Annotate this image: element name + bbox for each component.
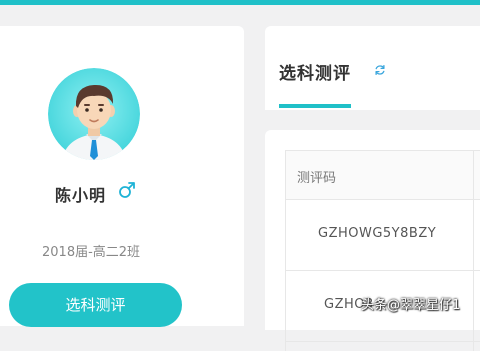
header-card: 选科测评: [265, 26, 480, 110]
class-info: 2018届-高二2班: [42, 245, 141, 260]
assessment-code-cell: GZHOWG5Y8BZY: [318, 226, 437, 241]
start-assessment-button[interactable]: 选科测评: [9, 283, 182, 327]
top-accent-bar: [0, 0, 480, 5]
tab-active-indicator: [279, 104, 351, 108]
column-header-code: 测评码: [297, 171, 337, 186]
column-divider: [473, 151, 474, 351]
user-name: 陈小明: [55, 186, 107, 205]
table-row[interactable]: GZHOWG5Y8BZY: [286, 200, 480, 271]
assessment-table: 测评码 GZHOWG5Y8BZY GZHO3: [285, 150, 480, 351]
male-icon: [119, 182, 135, 198]
table-header-row: 测评码: [286, 151, 480, 200]
tab-subject-assessment[interactable]: 选科测评: [279, 59, 351, 84]
refresh-icon[interactable]: [374, 64, 386, 76]
avatar: [48, 68, 140, 160]
watermark: 头条@翠翠星仔1: [361, 298, 461, 313]
profile-card: 陈小明 2018届-高二2班 选科测评: [0, 26, 244, 327]
